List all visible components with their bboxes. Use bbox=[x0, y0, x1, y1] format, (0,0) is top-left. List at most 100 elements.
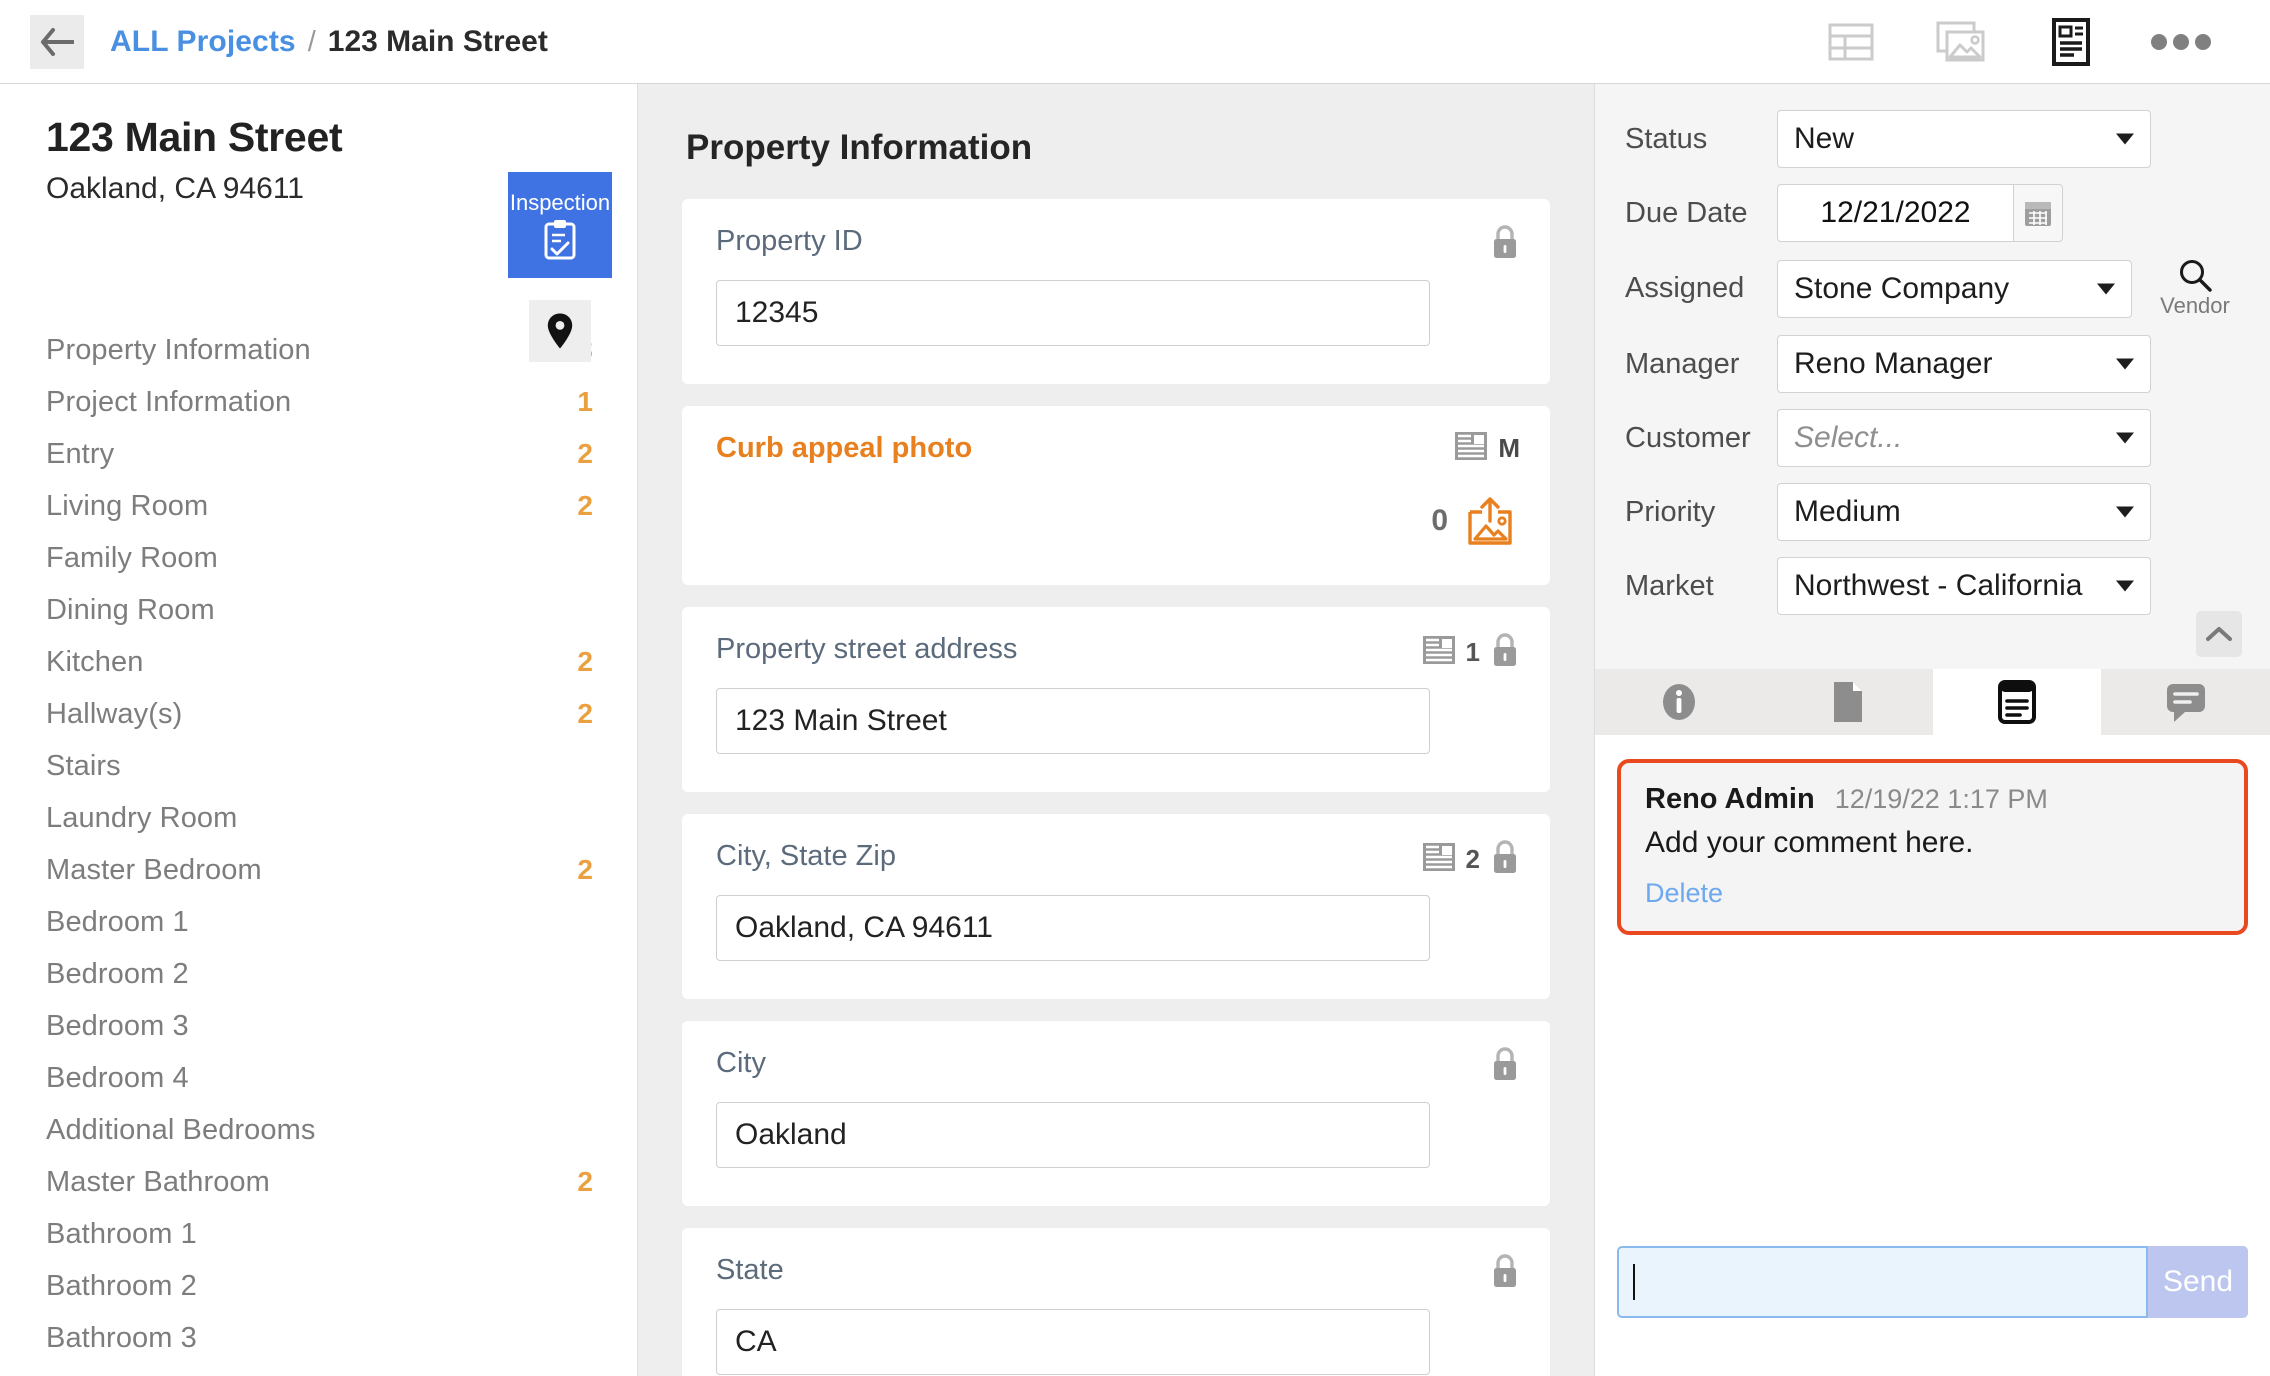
sidebar-item-label: Master Bathroom bbox=[46, 1165, 270, 1198]
sidebar-item-label: Laundry Room bbox=[46, 801, 238, 834]
comment-composer: Send bbox=[1617, 1246, 2248, 1318]
sidebar-item[interactable]: Hallway(s) 2 bbox=[46, 688, 593, 740]
photos-button[interactable] bbox=[1906, 8, 2016, 76]
field-label: City bbox=[716, 1047, 766, 1079]
field-label: Property street address bbox=[716, 633, 1018, 665]
field-label: Property ID bbox=[716, 225, 863, 257]
sidebar-item[interactable]: Additional Bedrooms bbox=[46, 1104, 593, 1156]
lock-toggle[interactable] bbox=[1490, 224, 1520, 265]
property-select-value: Stone Company bbox=[1794, 271, 2010, 305]
right-panel: Status New Due Date 12/21/2022 Assigned Stone… bbox=[1594, 84, 2270, 1376]
sidebar-item[interactable]: Bathroom 2 bbox=[46, 1260, 593, 1312]
send-button[interactable]: Send bbox=[2148, 1246, 2248, 1318]
field-input[interactable]: 123 Main Street bbox=[716, 688, 1430, 754]
field-icon-group: 1 bbox=[1422, 632, 1520, 673]
comment-input[interactable] bbox=[1617, 1246, 2148, 1318]
tab-comments[interactable] bbox=[2101, 669, 2270, 735]
property-row: Market Northwest - California bbox=[1625, 557, 2240, 615]
vendor-search-label: Vendor bbox=[2160, 293, 2230, 318]
note-icon-button[interactable] bbox=[1422, 635, 1456, 670]
tab-notes[interactable] bbox=[1932, 669, 2102, 735]
table-view-button[interactable] bbox=[1796, 8, 1906, 76]
sidebar-item[interactable]: Master Bathroom 2 bbox=[46, 1156, 593, 1208]
collapse-properties-button[interactable] bbox=[2196, 611, 2242, 657]
sidebar-item[interactable]: Bedroom 4 bbox=[46, 1052, 593, 1104]
sidebar-item-label: Dining Room bbox=[46, 593, 215, 626]
chevron-down-icon bbox=[2116, 133, 2134, 145]
property-label: Due Date bbox=[1625, 196, 1748, 229]
property-label: Priority bbox=[1625, 495, 1716, 528]
property-select[interactable]: Northwest - California bbox=[1777, 557, 2151, 615]
property-row: Status New bbox=[1625, 110, 2240, 168]
field-input[interactable]: CA bbox=[716, 1309, 1430, 1375]
sidebar-item-label: Family Room bbox=[46, 541, 218, 574]
property-label: Customer bbox=[1625, 421, 1751, 454]
field-icon-group bbox=[1490, 1046, 1520, 1087]
sidebar-item-count: 2 bbox=[577, 1166, 593, 1197]
sidebar-item[interactable]: Bedroom 3 bbox=[46, 1000, 593, 1052]
property-select[interactable]: Select... bbox=[1777, 409, 2151, 467]
sidebar-item[interactable]: Master Bedroom 2 bbox=[46, 844, 593, 896]
breadcrumb-all-projects[interactable]: ALL Projects bbox=[110, 25, 296, 59]
sidebar-item[interactable]: Project Information 1 bbox=[46, 376, 593, 428]
sidebar-item-label: Living Room bbox=[46, 489, 209, 522]
note-icon-button[interactable] bbox=[1422, 842, 1456, 877]
property-row: Manager Reno Manager bbox=[1625, 335, 2240, 393]
property-select[interactable]: New bbox=[1777, 110, 2151, 168]
more-options-button[interactable] bbox=[2126, 8, 2236, 76]
sidebar-item[interactable]: Bathroom 3 bbox=[46, 1312, 593, 1364]
form-field-card: Property ID 12345 bbox=[682, 199, 1550, 384]
lock-icon bbox=[1494, 1047, 1516, 1080]
sidebar-item[interactable]: Stairs bbox=[46, 740, 593, 792]
sidebar-item[interactable]: Bedroom 2 bbox=[46, 948, 593, 1000]
sidebar-item[interactable]: Living Room 2 bbox=[46, 480, 593, 532]
vendor-search-button[interactable]: Vendor bbox=[2150, 258, 2240, 319]
field-input[interactable]: 12345 bbox=[716, 280, 1430, 346]
lock-toggle[interactable] bbox=[1490, 1253, 1520, 1294]
back-button[interactable] bbox=[30, 14, 84, 69]
sidebar-item-label: Bedroom 3 bbox=[46, 1009, 189, 1042]
photo-upload-row: 0 bbox=[716, 495, 1516, 547]
calendar-button[interactable] bbox=[2013, 184, 2063, 242]
lock-toggle[interactable] bbox=[1490, 632, 1520, 673]
chevron-down-icon bbox=[2116, 580, 2134, 592]
body: 123 Main Street Oakland, CA 94611 Inspec… bbox=[0, 84, 2270, 1376]
field-input[interactable]: Oakland bbox=[716, 1102, 1430, 1168]
sidebar-item[interactable]: Dining Room bbox=[46, 584, 593, 636]
sidebar-item[interactable]: Bedroom 1 bbox=[46, 896, 593, 948]
map-pin-button[interactable] bbox=[529, 300, 591, 362]
property-select[interactable]: Medium bbox=[1777, 483, 2151, 541]
tab-documents[interactable] bbox=[1763, 669, 1933, 735]
sidebar-item[interactable]: Family Room bbox=[46, 532, 593, 584]
property-select[interactable]: Stone Company bbox=[1777, 259, 2132, 318]
lock-toggle[interactable] bbox=[1490, 839, 1520, 880]
sidebar-item[interactable]: Bathroom 1 bbox=[46, 1208, 593, 1260]
text-cursor bbox=[1633, 1264, 1635, 1300]
due-date-input[interactable]: 12/21/2022 bbox=[1777, 184, 2013, 242]
photo-upload-button[interactable] bbox=[1464, 495, 1516, 547]
note-icon-button[interactable] bbox=[1454, 431, 1488, 466]
form-field-card: Property street address 1 123 Main Street bbox=[682, 607, 1550, 792]
comment-delete-link[interactable]: Delete bbox=[1645, 878, 1723, 909]
chevron-up-icon bbox=[2206, 627, 2232, 641]
property-label: Status bbox=[1625, 122, 1708, 155]
sidebar-item-label: Additional Bedrooms bbox=[46, 1113, 316, 1146]
comment-author: Reno Admin bbox=[1645, 783, 1815, 815]
tab-info[interactable] bbox=[1595, 669, 1764, 735]
field-input[interactable]: Oakland, CA 94611 bbox=[716, 895, 1430, 961]
calendar-icon bbox=[2025, 202, 2051, 226]
lock-toggle[interactable] bbox=[1490, 1046, 1520, 1087]
note-article-icon bbox=[1455, 432, 1488, 460]
chevron-down-icon bbox=[2097, 283, 2115, 294]
sidebar-item-label: Kitchen bbox=[46, 645, 144, 678]
sidebar-item-count: 2 bbox=[577, 490, 593, 521]
sidebar-item[interactable]: Laundry Room bbox=[46, 792, 593, 844]
sidebar-item[interactable]: Kitchen 2 bbox=[46, 636, 593, 688]
sidebar-item[interactable]: Entry 2 bbox=[46, 428, 593, 480]
article-view-button[interactable] bbox=[2016, 8, 2126, 76]
property-select[interactable]: Reno Manager bbox=[1777, 335, 2151, 393]
sidebar-item-label: Bedroom 4 bbox=[46, 1061, 189, 1094]
property-row: Priority Medium bbox=[1625, 483, 2240, 541]
sidebar: 123 Main Street Oakland, CA 94611 Inspec… bbox=[0, 84, 638, 1376]
inspection-badge[interactable]: Inspection bbox=[508, 172, 612, 278]
